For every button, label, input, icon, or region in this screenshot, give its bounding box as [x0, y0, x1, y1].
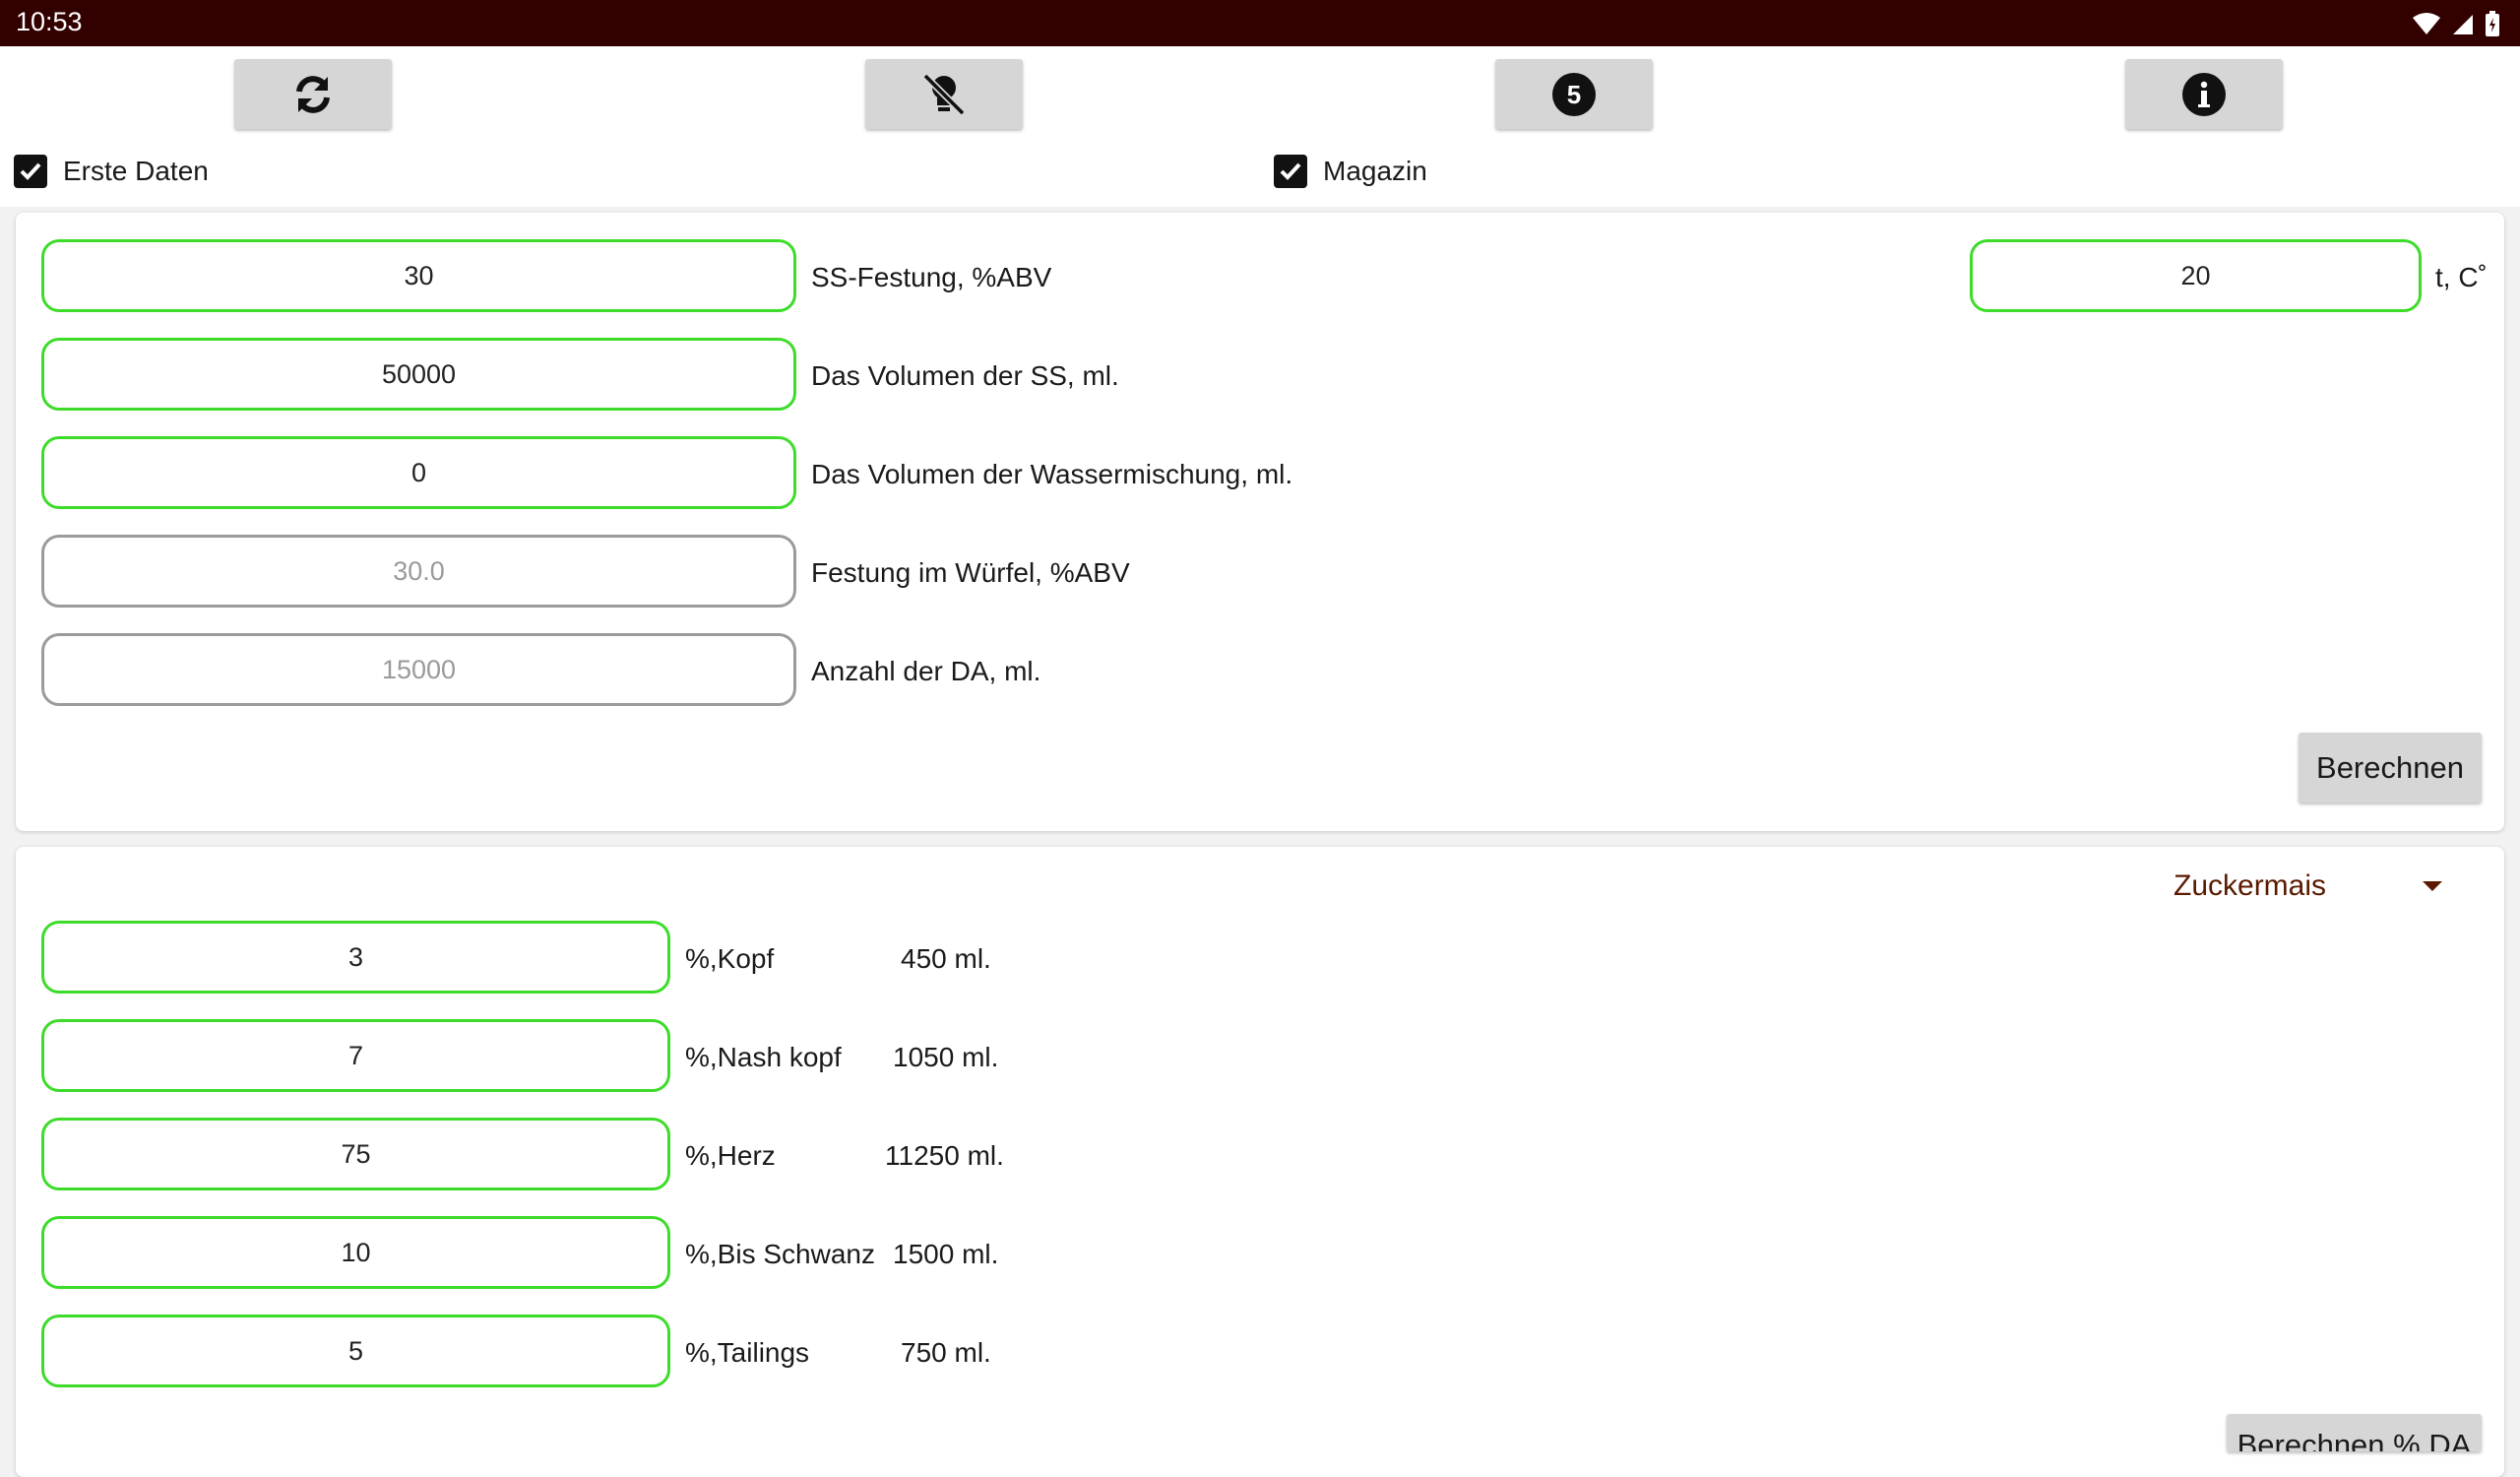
- lamp-off-icon: [922, 73, 966, 115]
- heart-percent-input[interactable]: 75: [41, 1118, 670, 1190]
- nash-head-percent-input[interactable]: 7: [41, 1019, 670, 1092]
- status-bar: 10:53: [0, 0, 2520, 46]
- info-button[interactable]: [2125, 59, 2283, 129]
- svg-text:5: 5: [1567, 80, 1581, 109]
- alcohol-strength-input[interactable]: 30: [41, 239, 796, 312]
- nash-head-result: 1050 ml.: [893, 1042, 999, 1072]
- checkbox-label: Magazin: [1323, 156, 1427, 186]
- calculate-percent-da-button[interactable]: Berechnen % DA: [2227, 1414, 2482, 1451]
- head-result: 450 ml.: [901, 943, 991, 974]
- tailings-label: %,Tailings: [685, 1337, 810, 1368]
- tail-percent-input[interactable]: 10: [41, 1216, 670, 1289]
- volume-label: Das Volumen der SS, ml.: [811, 360, 1119, 391]
- dropdown-selected: Zuckermais: [2174, 869, 2327, 902]
- heart-result: 11250 ml.: [885, 1140, 1004, 1171]
- water-volume-label: Das Volumen der Wassermischung, ml.: [811, 459, 1293, 489]
- alcohol-strength-label: SS-Festung, %ABV: [811, 262, 1052, 292]
- wifi-icon: [2413, 13, 2440, 34]
- checkbox-checked-icon: [14, 155, 47, 188]
- tail-result: 1500 ml.: [893, 1239, 999, 1269]
- tailings-percent-input[interactable]: 5: [41, 1315, 670, 1387]
- temperature-label: t, C˚: [2435, 262, 2488, 292]
- checkbox-label: Erste Daten: [63, 156, 209, 186]
- signal-icon: [2453, 15, 2473, 34]
- checkbox-erste-daten[interactable]: Erste Daten: [14, 155, 209, 188]
- da-amount-output: 15000: [41, 633, 796, 706]
- volume-input[interactable]: 50000: [41, 338, 796, 411]
- tailings-result: 750 ml.: [901, 1337, 991, 1368]
- refresh-button[interactable]: [234, 59, 392, 129]
- battery-icon: [2486, 11, 2499, 36]
- head-label: %,Kopf: [685, 943, 775, 974]
- cube-strength-label: Festung im Würfel, %ABV: [811, 557, 1130, 588]
- calculate-button[interactable]: Berechnen: [2299, 733, 2482, 803]
- temperature-input[interactable]: 20: [1970, 239, 2422, 312]
- status-time: 10:53: [16, 7, 83, 36]
- refresh-icon: [296, 75, 330, 113]
- status-icons: [2412, 9, 2500, 38]
- checkbox-checked-icon: [1274, 155, 1307, 188]
- heart-label: %,Herz: [685, 1140, 776, 1171]
- info-icon: [2182, 72, 2226, 116]
- da-amount-label: Anzahl der DA, ml.: [811, 656, 1041, 686]
- nash-head-label: %,Nash kopf: [685, 1042, 842, 1072]
- raw-material-dropdown[interactable]: Zuckermais: [2174, 869, 2444, 903]
- water-volume-input[interactable]: 0: [41, 436, 796, 509]
- lamp-off-button[interactable]: [865, 59, 1023, 129]
- head-percent-input[interactable]: 3: [41, 921, 670, 994]
- number-five-icon: 5: [1552, 72, 1596, 116]
- checkbox-magazin[interactable]: Magazin: [1274, 155, 1427, 188]
- five-button[interactable]: 5: [1495, 59, 1653, 129]
- tail-label: %,Bis Schwanz: [685, 1239, 875, 1269]
- chevron-down-icon: [2423, 881, 2443, 891]
- cube-strength-output: 30.0: [41, 535, 796, 608]
